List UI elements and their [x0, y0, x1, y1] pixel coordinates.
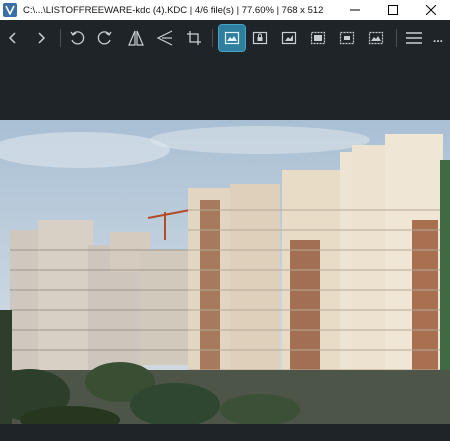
menu-button[interactable] — [401, 25, 427, 51]
menu-icon — [406, 32, 422, 44]
fit-height-icon — [339, 31, 355, 45]
fill-view-button[interactable] — [363, 25, 389, 51]
flip-horizontal-icon — [128, 30, 144, 46]
actual-size-button[interactable] — [276, 25, 302, 51]
toolbar-separator — [212, 29, 213, 47]
fit-width-icon — [310, 31, 326, 45]
toolbar-separator — [396, 29, 397, 47]
flip-vertical-button[interactable] — [152, 25, 178, 51]
rotate-left-icon — [70, 31, 85, 45]
maximize-icon — [388, 5, 398, 15]
next-button[interactable] — [28, 25, 54, 51]
previous-icon — [8, 32, 16, 44]
lock-zoom-icon — [252, 31, 268, 45]
toolbar: ... — [0, 20, 450, 56]
apartment-photo — [0, 120, 450, 424]
window-title: C:\...\LISTOFFREEWARE-kdc (4).KDC | 4/6 … — [23, 4, 323, 16]
fit-width-button[interactable] — [305, 25, 331, 51]
fit-height-button[interactable] — [334, 25, 360, 51]
fit-view-button[interactable] — [218, 24, 246, 52]
crop-button[interactable] — [181, 25, 207, 51]
fit-view-icon — [224, 31, 240, 45]
close-icon — [426, 5, 436, 15]
rotate-right-button[interactable] — [92, 25, 118, 51]
title-bar: C:\...\LISTOFFREEWARE-kdc (4).KDC | 4/6 … — [0, 0, 450, 20]
next-icon — [38, 32, 46, 44]
lock-zoom-button[interactable] — [247, 25, 273, 51]
image-view[interactable] — [0, 120, 450, 424]
more-button[interactable]: ... — [428, 25, 448, 51]
flip-vertical-icon — [156, 30, 173, 46]
rotate-right-icon — [97, 31, 112, 45]
actual-size-icon — [281, 31, 297, 45]
canvas-background-bottom — [0, 424, 450, 441]
canvas-background — [0, 56, 450, 120]
rotate-left-button[interactable] — [64, 25, 90, 51]
flip-horizontal-button[interactable] — [123, 25, 149, 51]
app-icon — [3, 3, 17, 17]
minimize-button[interactable] — [336, 0, 374, 20]
maximize-button[interactable] — [374, 0, 412, 20]
fill-view-icon — [368, 31, 384, 45]
toolbar-separator — [60, 29, 61, 47]
crop-icon — [187, 31, 201, 45]
close-button[interactable] — [412, 0, 450, 20]
previous-button[interactable] — [0, 25, 26, 51]
minimize-icon — [350, 9, 360, 11]
